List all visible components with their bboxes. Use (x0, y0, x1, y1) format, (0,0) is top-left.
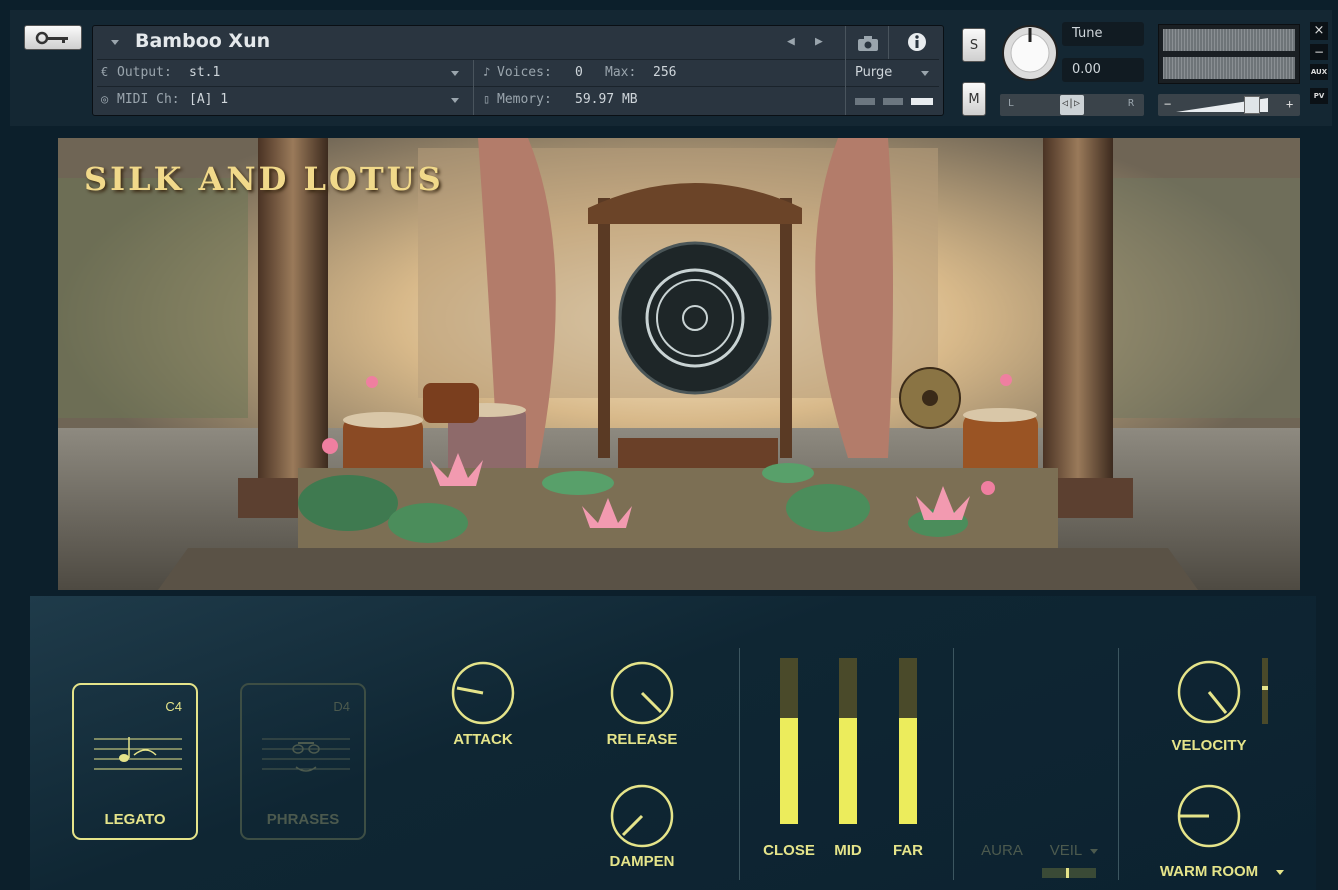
purge-meter (855, 98, 935, 106)
pan-left-label: L (1008, 98, 1015, 109)
minimize-button[interactable]: − (1310, 44, 1328, 60)
far-mic-label: FAR (893, 842, 923, 859)
midi-dropdown-icon[interactable] (451, 98, 459, 103)
release-label: RELEASE (606, 731, 678, 748)
wrench-icon (35, 31, 68, 45)
velocity-knob[interactable] (1176, 659, 1242, 725)
dampen-knob[interactable] (609, 783, 675, 849)
release-knob[interactable] (609, 660, 675, 726)
attack-label: ATTACK (453, 731, 513, 748)
voices-icon: ♪ (483, 65, 491, 79)
pan-center-glyph: ◁|▷ (1062, 98, 1081, 109)
velocity-label: VELOCITY (1171, 737, 1247, 754)
pan-slider[interactable]: L ◁|▷ R (1000, 94, 1144, 116)
attack-knob[interactable] (450, 660, 516, 726)
tune-label-box: Tune (1062, 22, 1144, 46)
legato-label: LEGATO (104, 811, 166, 828)
panel-divider-1 (739, 648, 740, 880)
veil-dropdown-arrow[interactable] (1090, 849, 1098, 854)
veil-amount-handle[interactable] (1066, 868, 1069, 878)
mid-mic-slider[interactable] (839, 658, 857, 824)
tune-knob[interactable] (1002, 25, 1058, 81)
output-icon: € (101, 65, 109, 79)
midi-channel-label: MIDI Ch: (117, 92, 180, 107)
reverb-knob[interactable] (1176, 783, 1242, 849)
mid-mic-label: MID (834, 842, 862, 859)
legato-articulation-button[interactable]: C4 LEGATO (72, 683, 198, 840)
aura-button[interactable]: AURA (973, 842, 1031, 859)
panel-divider-3 (1118, 648, 1119, 880)
tune-value: 0.00 (1072, 62, 1101, 77)
legato-key: C4 (165, 699, 182, 714)
veil-dropdown[interactable]: VEIL (1044, 842, 1088, 859)
memory-label: Memory: (497, 92, 552, 107)
purge-button[interactable]: Purge (855, 65, 892, 80)
volume-minus: − (1164, 97, 1172, 111)
mute-button[interactable]: M (962, 82, 986, 116)
pv-button[interactable]: PV (1310, 88, 1328, 104)
volume-handle[interactable] (1244, 96, 1260, 114)
pan-center-handle[interactable]: ◁|▷ (1060, 95, 1084, 115)
max-voices-value[interactable]: 256 (653, 65, 676, 80)
memory-icon: ▯ (483, 92, 491, 106)
close-button[interactable]: × (1310, 22, 1328, 40)
mid-mic-fill (839, 717, 857, 824)
panel-divider-2 (953, 648, 954, 880)
far-mic-fill (899, 717, 917, 824)
aux-button[interactable]: AUX (1310, 64, 1328, 80)
phrases-key: D4 (333, 699, 350, 714)
output-meter (1158, 24, 1300, 84)
legato-note-icon (94, 737, 182, 770)
instrument-artwork: SILK AND LOTUS (58, 138, 1300, 590)
info-icon[interactable] (907, 32, 927, 52)
instrument-info-box: Bamboo Xun ◀ ▶ € Output: st.1 ♪ Voices: … (92, 25, 944, 116)
solo-button[interactable]: S (962, 28, 986, 62)
output-dropdown-icon[interactable] (451, 71, 459, 76)
output-label: Output: (117, 65, 172, 80)
close-mic-fill (780, 717, 798, 824)
tune-value-box[interactable]: 0.00 (1062, 58, 1144, 82)
pan-right-label: R (1128, 98, 1135, 109)
close-mic-label: CLOSE (763, 842, 815, 859)
next-instrument-icon[interactable]: ▶ (815, 34, 823, 49)
veil-amount-slider[interactable] (1042, 868, 1096, 878)
phrases-label: PHRASES (266, 811, 340, 828)
dampen-label: DAMPEN (609, 853, 675, 870)
instrument-name[interactable]: Bamboo Xun (135, 30, 270, 52)
prev-instrument-icon[interactable]: ◀ (787, 34, 795, 49)
wrench-button[interactable] (24, 25, 82, 50)
camera-icon[interactable] (857, 36, 879, 51)
logo-text: SILK AND LOTUS (84, 160, 444, 198)
purge-dropdown-icon[interactable] (921, 71, 929, 76)
velocity-meter (1262, 658, 1268, 724)
volume-plus: + (1286, 97, 1294, 111)
max-label: Max: (605, 65, 637, 80)
voices-label: Voices: (497, 65, 552, 80)
far-mic-slider[interactable] (899, 658, 917, 824)
output-value[interactable]: st.1 (189, 65, 220, 80)
close-mic-slider[interactable] (780, 658, 798, 824)
memory-value: 59.97 MB (575, 92, 638, 107)
tune-label: Tune (1072, 26, 1103, 41)
voices-value: 0 (575, 65, 583, 80)
midi-icon: ◎ (101, 92, 109, 106)
midi-channel-value[interactable]: [A] 1 (189, 92, 228, 107)
phrases-note-icon (262, 738, 350, 772)
volume-slider[interactable]: − + (1158, 94, 1300, 116)
reverb-type-dropdown[interactable]: WARM ROOM (1146, 863, 1272, 880)
reverb-dropdown-arrow[interactable] (1276, 870, 1284, 875)
phrases-articulation-button[interactable]: D4 PHRASES (240, 683, 366, 840)
instrument-menu-arrow[interactable] (111, 40, 119, 45)
